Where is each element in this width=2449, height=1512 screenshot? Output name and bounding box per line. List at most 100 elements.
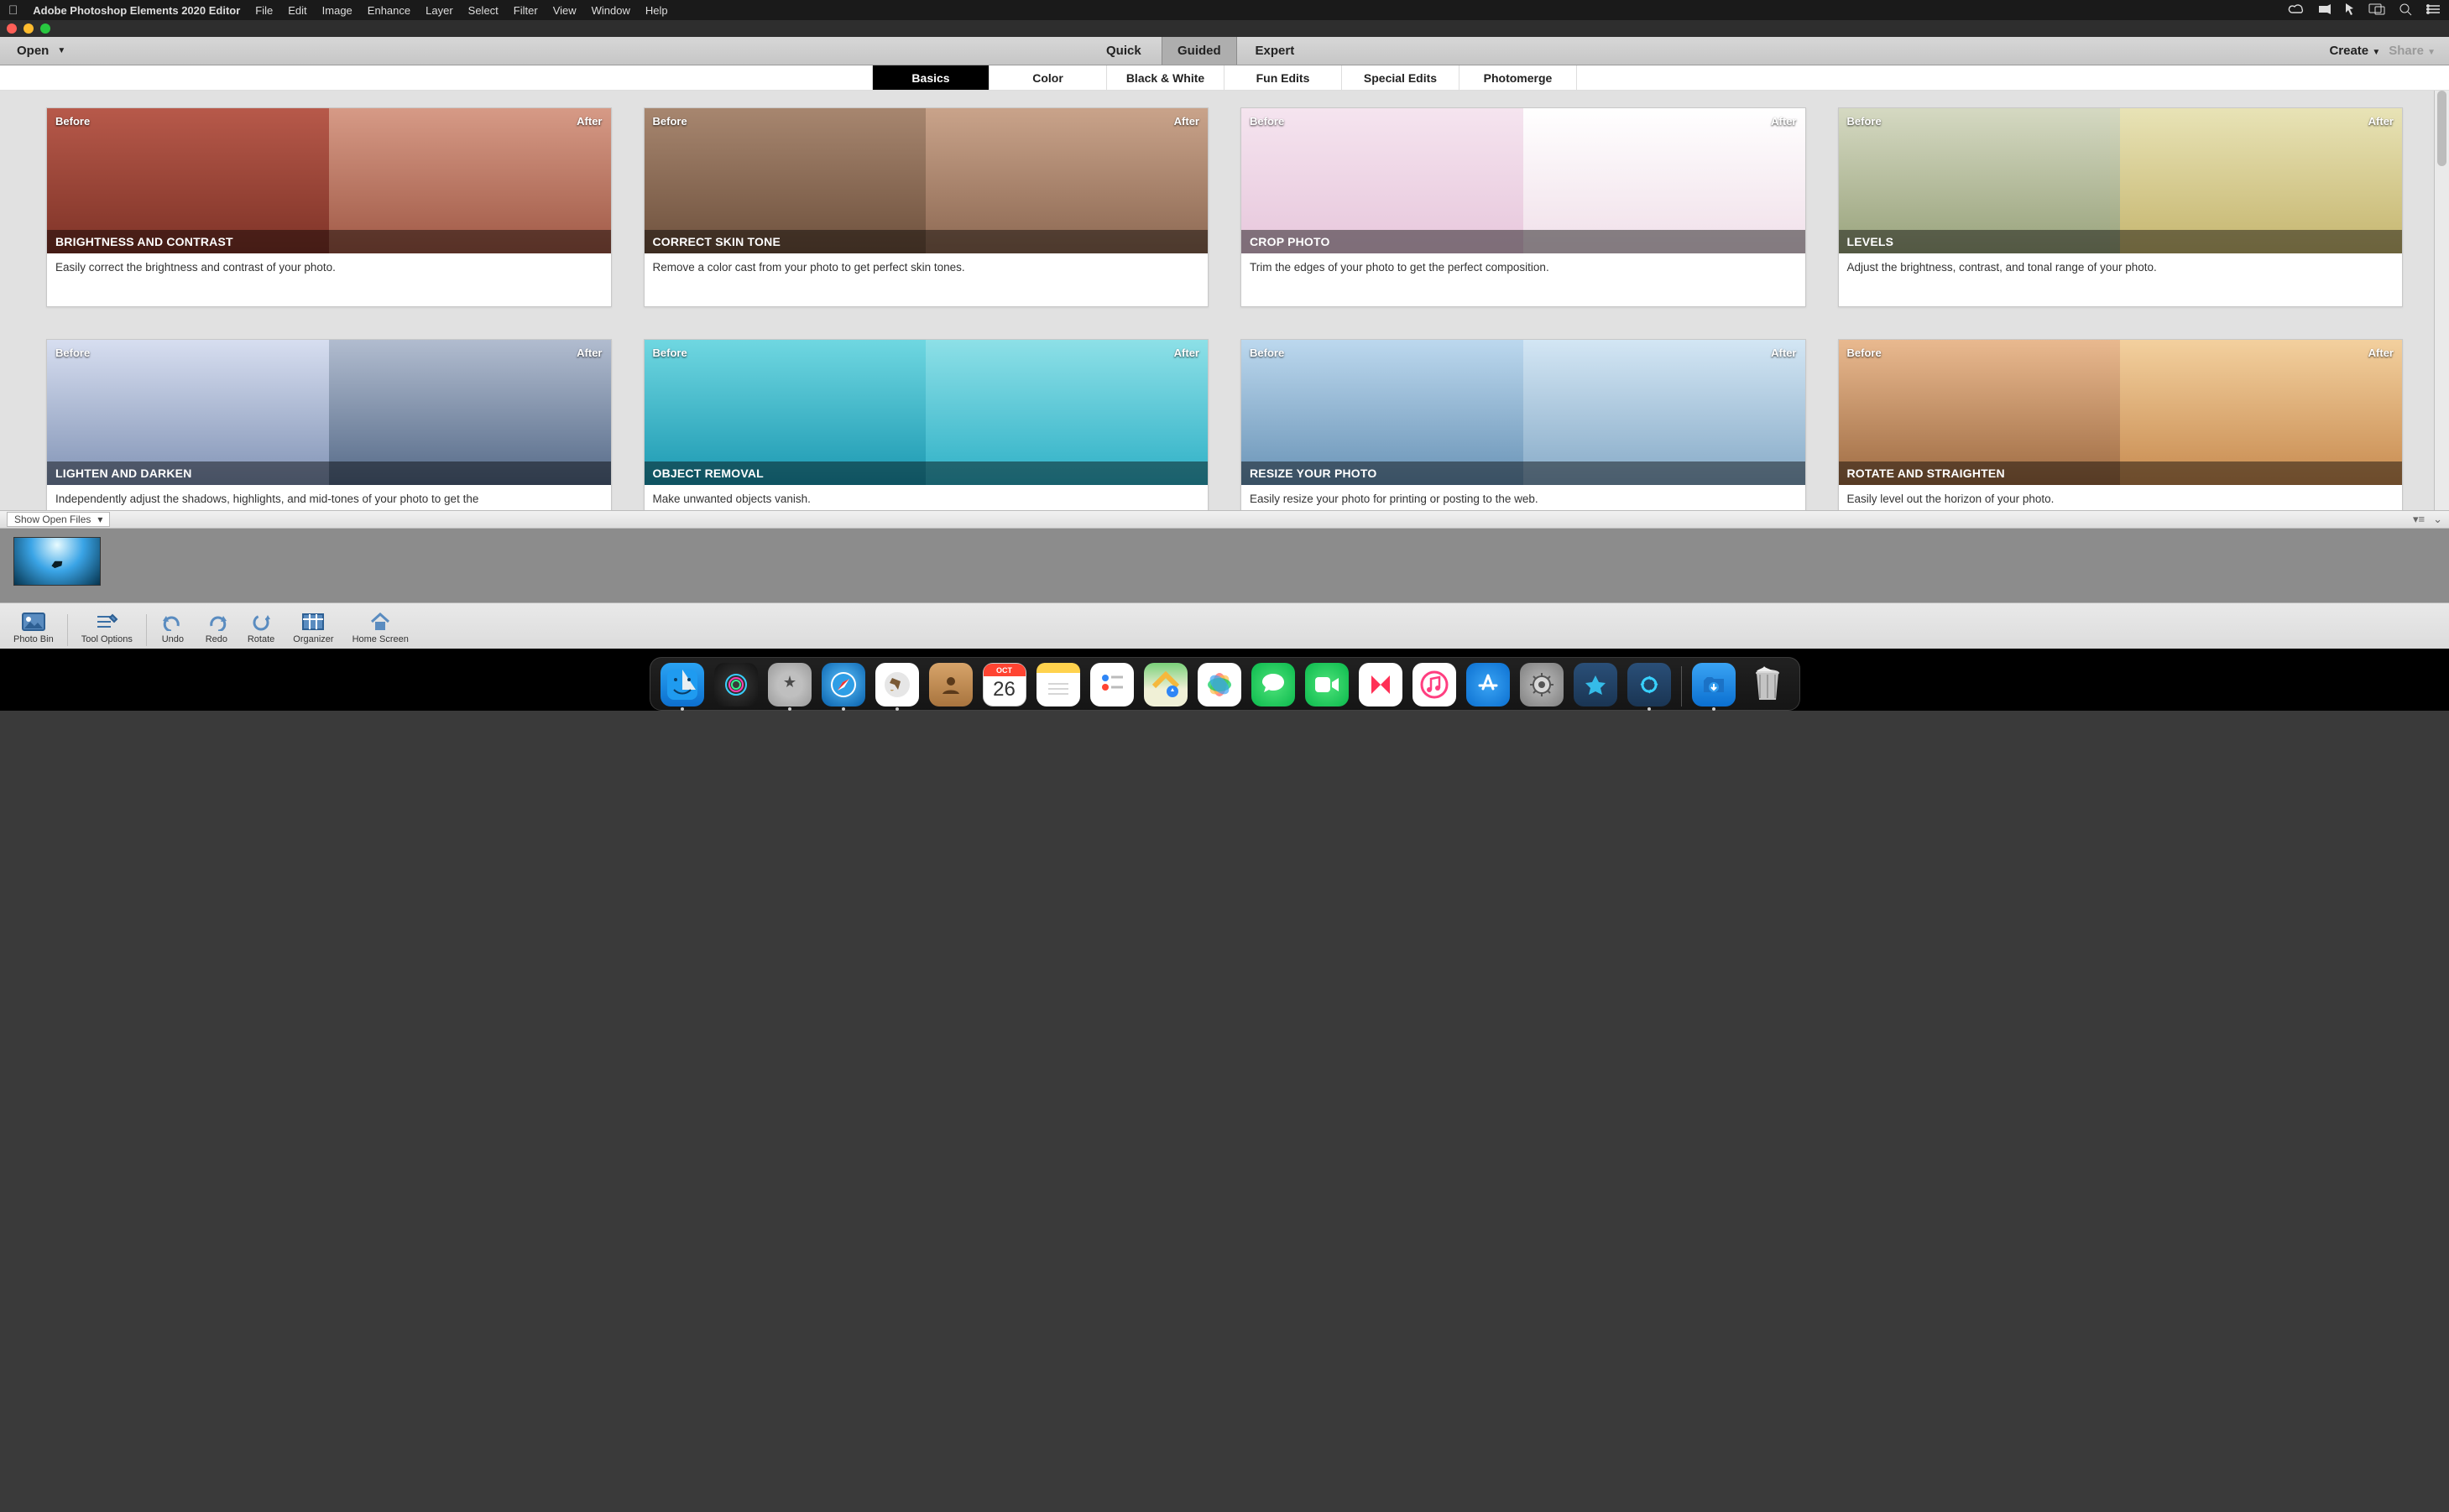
app-title[interactable]: Adobe Photoshop Elements 2020 Editor: [33, 4, 240, 17]
screen-mirror-icon[interactable]: [2368, 3, 2385, 18]
dock-contacts-icon[interactable]: [929, 663, 973, 706]
scrollbar-thumb[interactable]: [2437, 91, 2446, 166]
mode-quick[interactable]: Quick: [1086, 37, 1162, 65]
toolbar-separator: [67, 614, 68, 646]
apple-menu-icon[interactable]: : [8, 3, 18, 18]
bin-thumbnail[interactable]: [13, 537, 101, 586]
tab-black-white[interactable]: Black & White: [1107, 65, 1224, 90]
undo-button[interactable]: Undo: [152, 609, 194, 646]
dock-mail-icon[interactable]: [875, 663, 919, 706]
card-description: Easily correct the brightness and contra…: [47, 253, 611, 284]
before-label: Before: [1250, 347, 1284, 359]
calendar-day: 26: [993, 678, 1016, 701]
dock-launchpad-icon[interactable]: [768, 663, 812, 706]
dock-notes-icon[interactable]: [1037, 663, 1080, 706]
after-label: After: [1174, 115, 1199, 128]
card-title: RESIZE YOUR PHOTO: [1241, 461, 1805, 485]
tab-fun-edits[interactable]: Fun Edits: [1224, 65, 1342, 90]
dock-trash-icon[interactable]: [1746, 663, 1789, 706]
macos-dock: OCT 26: [650, 657, 1800, 711]
menu-enhance[interactable]: Enhance: [368, 4, 410, 17]
dock-finder-icon[interactable]: [661, 663, 704, 706]
dock-pse-organizer-icon[interactable]: [1574, 663, 1617, 706]
card-image: BeforeAfterOBJECT REMOVAL: [645, 340, 1209, 485]
after-label: After: [2368, 347, 2394, 359]
guided-card[interactable]: BeforeAfterRESIZE YOUR PHOTOEasily resiz…: [1240, 339, 1806, 510]
mode-guided[interactable]: Guided: [1162, 37, 1237, 65]
menu-select[interactable]: Select: [468, 4, 499, 17]
dock-calendar-icon[interactable]: OCT 26: [983, 663, 1026, 706]
bin-view-selector[interactable]: Show Open Files ▾: [7, 512, 110, 527]
window-chrome: [0, 20, 2449, 37]
macos-menubar:  Adobe Photoshop Elements 2020 Editor F…: [0, 0, 2449, 20]
tab-color[interactable]: Color: [990, 65, 1107, 90]
spotlight-icon[interactable]: [2399, 3, 2412, 18]
dock-siri-icon[interactable]: [714, 663, 758, 706]
dock-reminders-icon[interactable]: [1090, 663, 1134, 706]
tab-special-edits[interactable]: Special Edits: [1342, 65, 1459, 90]
home-screen-button[interactable]: Home Screen: [344, 609, 417, 646]
vertical-scrollbar[interactable]: [2434, 91, 2449, 510]
zoom-window-button[interactable]: [40, 23, 50, 34]
card-description: Adjust the brightness, contrast, and ton…: [1839, 253, 2403, 284]
close-window-button[interactable]: [7, 23, 17, 34]
dock-settings-icon[interactable]: [1520, 663, 1564, 706]
organizer-icon: [300, 611, 326, 633]
rotate-button[interactable]: Rotate: [239, 609, 283, 646]
guided-card[interactable]: BeforeAfterROTATE AND STRAIGHTENEasily l…: [1838, 339, 2404, 510]
dock-facetime-icon[interactable]: [1305, 663, 1349, 706]
guided-card[interactable]: BeforeAfterBRIGHTNESS AND CONTRASTEasily…: [46, 107, 612, 307]
menu-layer[interactable]: Layer: [426, 4, 453, 17]
card-image: BeforeAfterCROP PHOTO: [1241, 108, 1805, 253]
before-label: Before: [55, 347, 90, 359]
menu-help[interactable]: Help: [645, 4, 668, 17]
card-title: CORRECT SKIN TONE: [645, 230, 1209, 253]
menu-file[interactable]: File: [255, 4, 273, 17]
menu-edit[interactable]: Edit: [288, 4, 306, 17]
control-center-icon[interactable]: [2426, 4, 2441, 17]
photo-bin-button[interactable]: Photo Bin: [5, 609, 62, 646]
tool-options-icon: [94, 611, 119, 633]
dock-appstore-icon[interactable]: [1466, 663, 1510, 706]
tool-options-button[interactable]: Tool Options: [73, 609, 141, 646]
dock-music-icon[interactable]: [1412, 663, 1456, 706]
bin-collapse-icon[interactable]: ⌄: [2433, 513, 2442, 526]
card-image: BeforeAfterCORRECT SKIN TONE: [645, 108, 1209, 253]
guided-card[interactable]: BeforeAfterCORRECT SKIN TONERemove a col…: [644, 107, 1209, 307]
dock-maps-icon[interactable]: [1144, 663, 1188, 706]
card-title: OBJECT REMOVAL: [645, 461, 1209, 485]
card-image: BeforeAfterBRIGHTNESS AND CONTRAST: [47, 108, 611, 253]
bin-options-icon[interactable]: ▾≡: [2413, 513, 2425, 526]
dock-photos-icon[interactable]: [1198, 663, 1241, 706]
organizer-button[interactable]: Organizer: [285, 609, 342, 646]
menu-window[interactable]: Window: [592, 4, 630, 17]
guided-card[interactable]: BeforeAfterCROP PHOTOTrim the edges of y…: [1240, 107, 1806, 307]
menu-view[interactable]: View: [553, 4, 577, 17]
menu-image[interactable]: Image: [322, 4, 352, 17]
dock-messages-icon[interactable]: [1251, 663, 1295, 706]
guided-card[interactable]: BeforeAfterLEVELSAdjust the brightness, …: [1838, 107, 2404, 307]
mode-expert[interactable]: Expert: [1237, 37, 1313, 65]
card-image: BeforeAfterLEVELS: [1839, 108, 2403, 253]
open-dropdown[interactable]: Open ▼: [0, 37, 82, 65]
tab-basics[interactable]: Basics: [872, 65, 990, 90]
create-dropdown[interactable]: Create ▼: [2329, 44, 2380, 58]
dock-safari-icon[interactable]: [822, 663, 865, 706]
guided-card[interactable]: BeforeAfterOBJECT REMOVALMake unwanted o…: [644, 339, 1209, 510]
tab-photomerge[interactable]: Photomerge: [1459, 65, 1577, 90]
photo-bin: [0, 529, 2449, 602]
guided-card[interactable]: BeforeAfterLIGHTEN AND DARKENIndependent…: [46, 339, 612, 510]
dock-downloads-icon[interactable]: [1692, 663, 1736, 706]
creative-cloud-icon[interactable]: [2288, 3, 2305, 18]
share-dropdown[interactable]: Share ▼: [2389, 44, 2436, 58]
redo-button[interactable]: Redo: [196, 609, 238, 646]
cursor-icon[interactable]: [2345, 3, 2355, 18]
dock-pse-editor-icon[interactable]: [1627, 663, 1671, 706]
after-label: After: [1771, 115, 1796, 128]
dock-news-icon[interactable]: [1359, 663, 1402, 706]
notification-icon[interactable]: [2318, 3, 2332, 18]
minimize-window-button[interactable]: [23, 23, 34, 34]
after-label: After: [577, 115, 602, 128]
menu-filter[interactable]: Filter: [514, 4, 538, 17]
toolbar-separator: [146, 614, 147, 646]
